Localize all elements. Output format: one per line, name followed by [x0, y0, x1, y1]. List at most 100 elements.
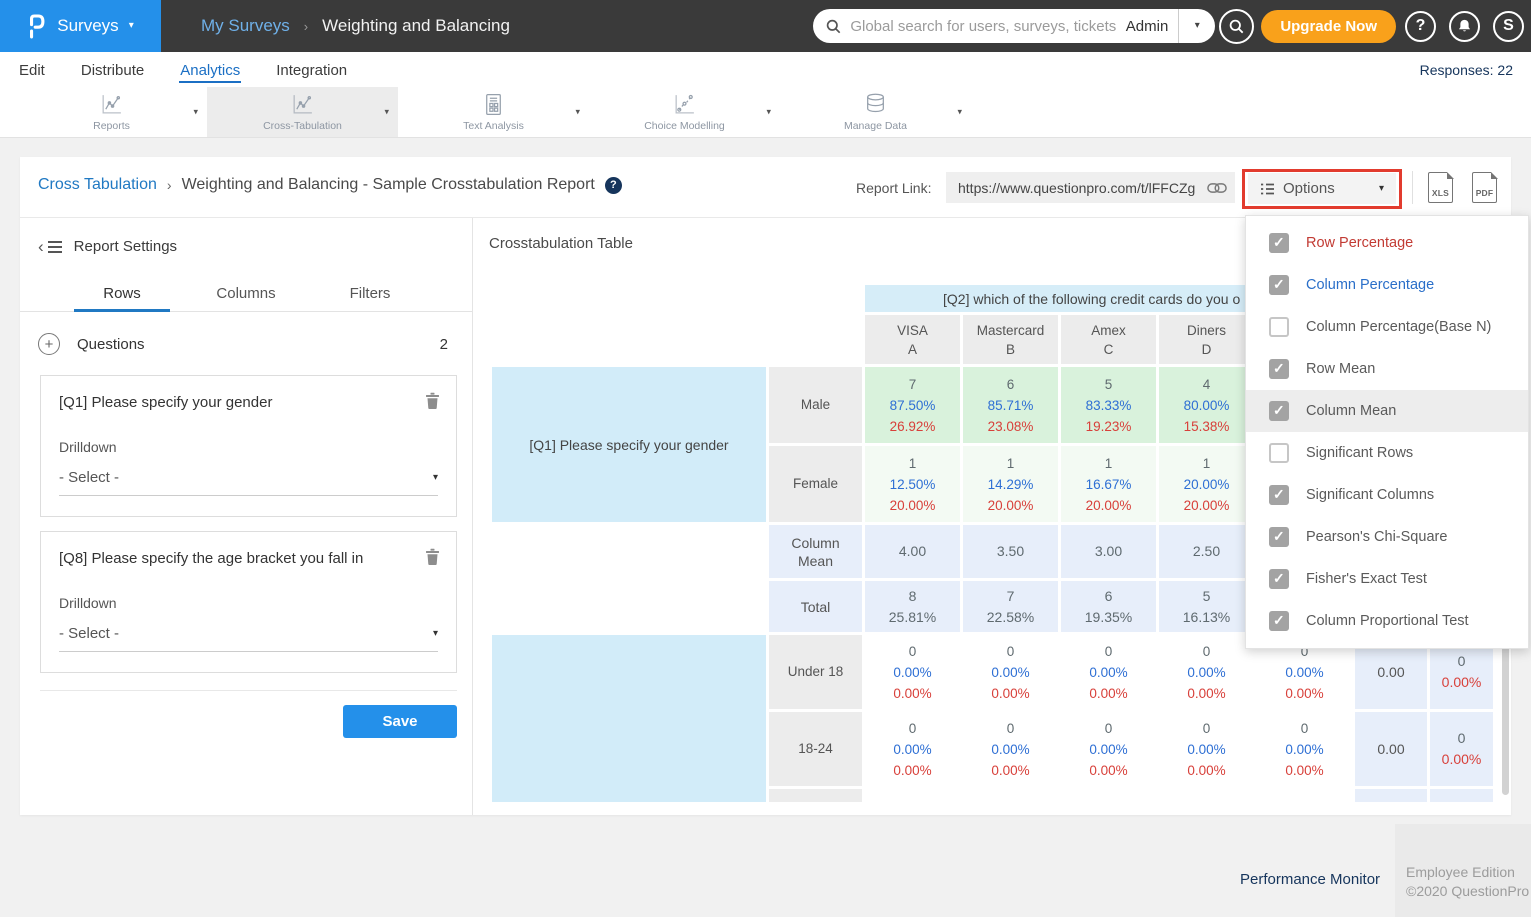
menu-item-fisher-s-exact-test[interactable]: Fisher's Exact Test [1246, 558, 1528, 600]
checkbox-checked[interactable] [1269, 275, 1289, 295]
value-cell [963, 789, 1058, 802]
chain-link-icon[interactable] [1207, 182, 1227, 194]
row-question-label: [Q1] Please specify your gender [492, 367, 766, 522]
search-scope-value[interactable]: Admin [1126, 18, 1169, 35]
global-search[interactable]: Global search for users, surveys, ticket… [813, 9, 1215, 43]
cell-value: 25.81% [865, 607, 960, 628]
tab-edit[interactable]: Edit [18, 56, 46, 83]
cross-tabulation-link[interactable]: Cross Tabulation [38, 176, 157, 194]
chevron-down-icon: ▾ [433, 472, 438, 483]
cell-value: 7 [865, 374, 960, 395]
trash-icon[interactable] [425, 392, 440, 409]
chevron-down-icon[interactable]: ▾ [384, 107, 389, 118]
drilldown-select[interactable]: - Select - ▾ [59, 625, 438, 652]
export-pdf-button[interactable]: PDF [1472, 172, 1497, 203]
search-scope-dropdown[interactable]: ▾ [1178, 9, 1215, 43]
checkbox-checked[interactable] [1269, 233, 1289, 253]
cell-value: 0.00% [1061, 760, 1156, 781]
drilldown-selected-value: - Select - [59, 469, 119, 486]
report-url[interactable]: https://www.questionpro.com/t/lFFCZg [958, 180, 1199, 196]
settings-tab-rows[interactable]: Rows [60, 275, 184, 311]
checkbox-checked[interactable] [1269, 401, 1289, 421]
chevron-down-icon[interactable]: ▾ [575, 107, 580, 118]
toolbar-reports[interactable]: Reports▾ [16, 87, 207, 137]
divider [40, 690, 457, 691]
cell-value: 16.67% [1061, 474, 1156, 495]
cell-value: 20.00% [865, 495, 960, 516]
collapse-menu-icon[interactable]: ‹ [38, 238, 62, 255]
settings-tab-columns[interactable]: Columns [184, 275, 308, 311]
product-name: Surveys [57, 16, 118, 36]
trash-icon[interactable] [425, 548, 440, 565]
column-name: Mastercard [963, 321, 1058, 340]
tab-distribute[interactable]: Distribute [80, 56, 145, 83]
menu-item-column-proportional-test[interactable]: Column Proportional Test [1246, 600, 1528, 642]
menu-item-row-percentage[interactable]: Row Percentage [1246, 222, 1528, 264]
chevron-down-icon[interactable]: ▾ [766, 107, 771, 118]
column-name: Amex [1061, 321, 1156, 340]
breadcrumb-current-survey: Weighting and Balancing [322, 16, 510, 36]
chevron-down-icon[interactable]: ▾ [957, 107, 962, 118]
toolbar-cross-tabulation[interactable]: Cross-Tabulation▾ [207, 87, 398, 137]
plus-circle-icon[interactable]: + [38, 333, 60, 355]
checkbox-checked[interactable] [1269, 569, 1289, 589]
checkbox-unchecked[interactable] [1269, 317, 1289, 337]
tab-integration[interactable]: Integration [275, 56, 348, 83]
cell-value: 0.00% [1159, 760, 1254, 781]
menu-item-row-mean[interactable]: Row Mean [1246, 348, 1528, 390]
question-title: [Q1] Please specify your gender [59, 393, 438, 413]
toolbar-choice-modelling[interactable]: Choice Modelling▾ [589, 87, 780, 137]
cell-value: 26.92% [865, 416, 960, 437]
menu-item-significant-rows[interactable]: Significant Rows [1246, 432, 1528, 474]
vertical-scrollbar[interactable] [1502, 637, 1509, 795]
cell-value: 0 [865, 718, 960, 739]
toolbar-text-analysis[interactable]: Text Analysis▾ [398, 87, 589, 137]
question-cards: [Q1] Please specify your gender Drilldow… [40, 375, 457, 687]
checkbox-checked[interactable] [1269, 485, 1289, 505]
cell-value: 0 [1430, 728, 1493, 749]
cell-value: 0.00% [1430, 749, 1493, 770]
product-switcher[interactable]: Surveys ▾ [0, 0, 161, 52]
save-button[interactable]: Save [343, 705, 457, 738]
help-icon[interactable]: ? [605, 177, 622, 194]
checkbox-checked[interactable] [1269, 527, 1289, 547]
menu-item-pearson-s-chi-square[interactable]: Pearson's Chi-Square [1246, 516, 1528, 558]
menu-item-column-percentage-base-n[interactable]: Column Percentage(Base N) [1246, 306, 1528, 348]
spacer-cell [492, 581, 766, 632]
checkbox-checked[interactable] [1269, 359, 1289, 379]
checkbox-unchecked[interactable] [1269, 443, 1289, 463]
menu-item-label: Significant Rows [1306, 445, 1413, 461]
search-submit-button[interactable] [1219, 9, 1254, 44]
avatar[interactable]: S [1493, 11, 1524, 42]
report-link-field[interactable]: https://www.questionpro.com/t/lFFCZg [946, 172, 1235, 203]
cell-value: 20.00% [1159, 474, 1254, 495]
performance-monitor-link[interactable]: Performance Monitor [1240, 871, 1380, 888]
cell-value: 0 [1257, 718, 1352, 739]
help-button[interactable]: ? [1405, 11, 1436, 42]
column-header-visa: VISAA [865, 315, 960, 364]
export-xls-button[interactable]: XLS [1428, 172, 1453, 203]
menu-item-column-mean[interactable]: Column Mean [1246, 390, 1528, 432]
tab-analytics[interactable]: Analytics [179, 56, 241, 83]
questionpro-logo-icon [27, 11, 47, 41]
breadcrumb-separator: › [167, 177, 172, 193]
spacer-cell [492, 315, 766, 364]
column-header-diners: DinersD [1159, 315, 1254, 364]
settings-tab-filters[interactable]: Filters [308, 275, 432, 311]
toolbar-manage-data[interactable]: Manage Data▾ [780, 87, 971, 137]
spacer-cell [769, 285, 862, 312]
cell-value: 7 [963, 586, 1058, 607]
upgrade-now-button[interactable]: Upgrade Now [1261, 10, 1396, 43]
checkbox-checked[interactable] [1269, 611, 1289, 631]
menu-item-significant-columns[interactable]: Significant Columns [1246, 474, 1528, 516]
drilldown-select[interactable]: - Select - ▾ [59, 469, 438, 496]
options-button[interactable]: Options ▾ [1248, 173, 1396, 204]
menu-item-label: Row Percentage [1306, 235, 1413, 251]
menu-item-column-percentage[interactable]: Column Percentage [1246, 264, 1528, 306]
breadcrumb-my-surveys[interactable]: My Surveys [201, 16, 290, 36]
search-input[interactable]: Global search for users, surveys, ticket… [850, 18, 1125, 35]
cell-value: 0 [1159, 718, 1254, 739]
cell-value: 80.00% [1159, 395, 1254, 416]
chevron-down-icon[interactable]: ▾ [193, 107, 198, 118]
notifications-button[interactable] [1449, 11, 1480, 42]
